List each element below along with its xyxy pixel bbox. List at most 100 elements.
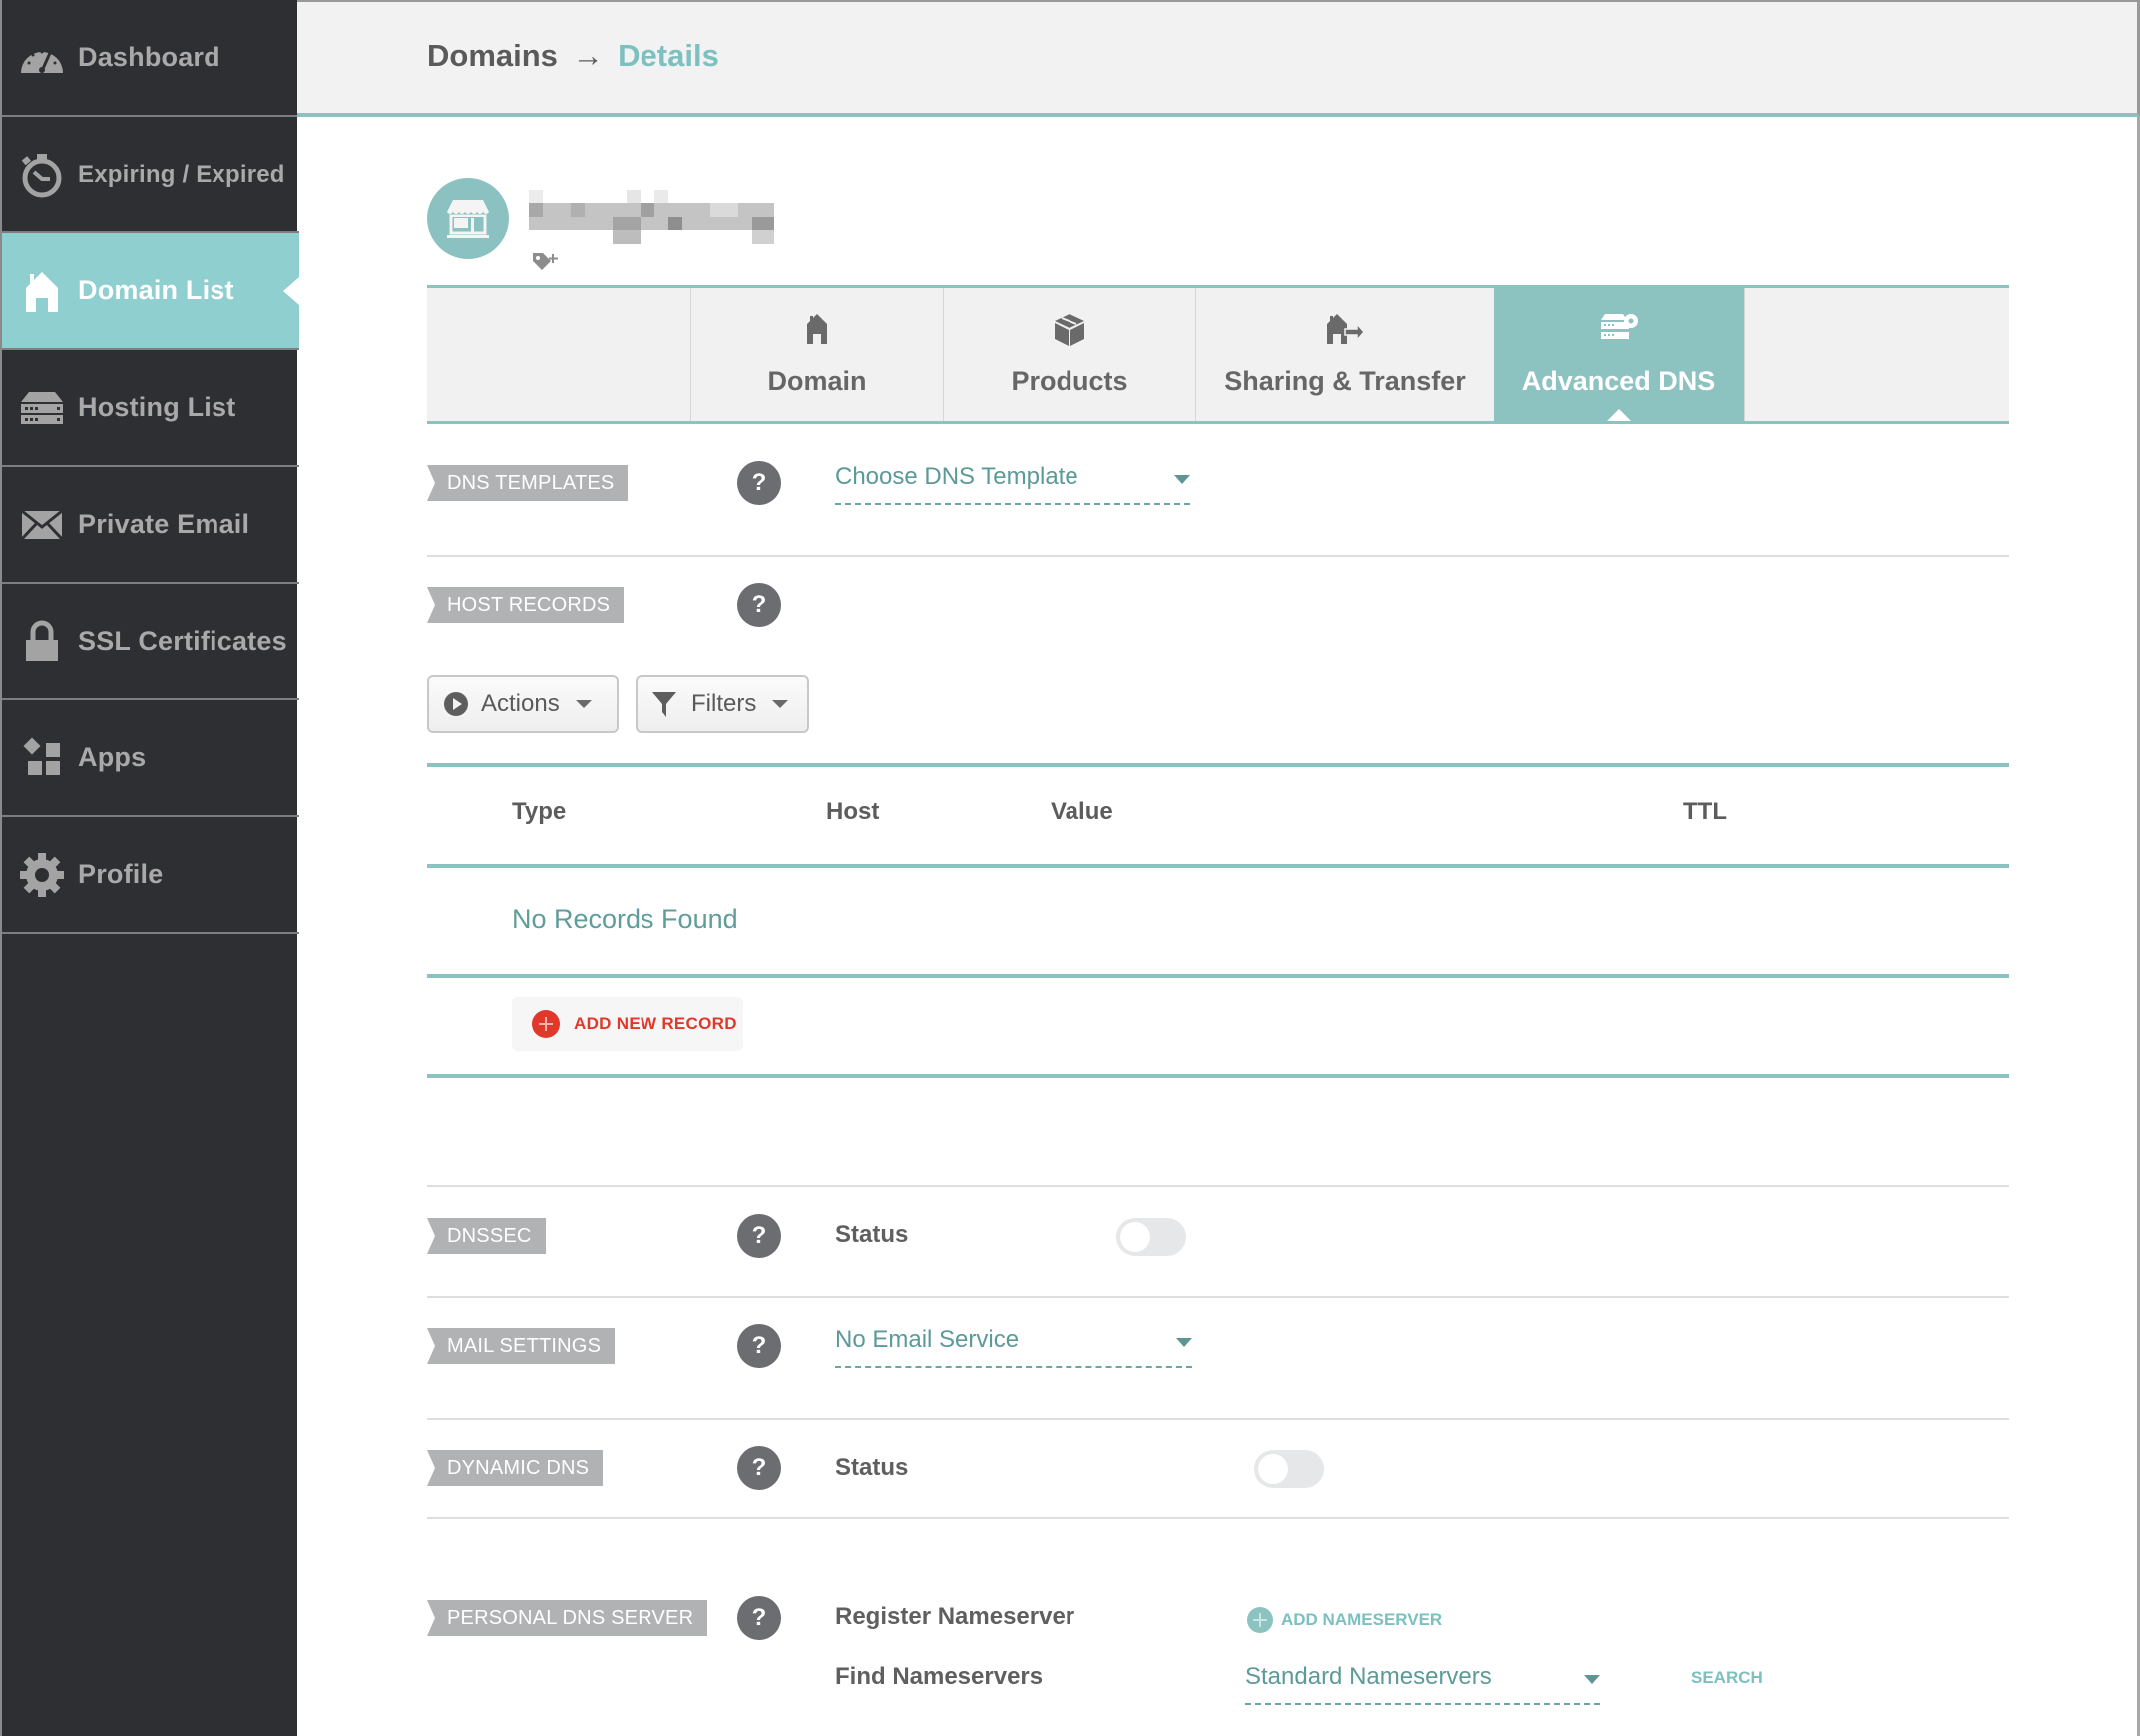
server-gear-icon [1599,312,1639,347]
dashboard-gauge-icon [18,34,66,82]
actions-label: Actions [481,690,560,717]
box-icon [1053,312,1086,353]
breadcrumb-domains-link[interactable]: Domains [427,38,558,73]
actions-button[interactable]: Actions [427,675,619,733]
tab-label: Sharing & Transfer [1224,366,1466,396]
add-nameserver-button[interactable]: ADD NAMESERVER [1247,1607,1442,1633]
sidebar-item-expiring[interactable]: Expiring / Expired [2,117,299,233]
sidebar-item-domain-list[interactable]: Domain List [2,233,299,350]
add-new-record-label: ADD NEW RECORD [574,1014,737,1033]
help-icon[interactable]: ? [737,1446,781,1490]
table-body-border [427,974,2009,978]
house-transfer-icon [1325,312,1365,351]
dns-template-select[interactable]: Choose DNS Template [835,459,1190,505]
domain-tabs: Domain Products Sharing & Transfer Advan… [427,285,2009,424]
column-header-type[interactable]: Type [512,798,566,826]
sidebar-item-profile[interactable]: Profile [2,817,299,934]
tab-products[interactable]: Products [943,288,1195,421]
plus-circle-icon [532,1010,560,1038]
sidebar-item-dashboard[interactable]: Dashboard [2,0,299,117]
mail-settings-value: No Email Service [835,1326,1020,1353]
breadcrumb-separator: → [572,38,604,73]
section-label-mail-settings: MAIL SETTINGS [427,1328,616,1364]
find-nameservers-label: Find Nameservers [835,1663,1044,1690]
help-icon[interactable]: ? [737,461,781,505]
register-nameserver-label: Register Nameserver [835,1603,1075,1630]
tab-domain[interactable]: Domain [690,288,943,421]
toggle-knob [1258,1454,1288,1484]
section-label-dynamic-dns: DYNAMIC DNS [427,1450,604,1486]
dnssec-toggle[interactable] [1116,1218,1186,1256]
house-icon [805,312,829,351]
sidebar-item-label: Expiring / Expired [78,160,285,188]
toggle-knob [1120,1222,1150,1252]
domain-avatar [427,178,509,259]
filter-funnel-icon [651,690,677,718]
sidebar-item-ssl-certificates[interactable]: SSL Certificates [2,584,299,700]
add-new-record-button[interactable]: ADD NEW RECORD [512,997,743,1051]
column-header-ttl[interactable]: TTL [1683,798,1727,826]
sidebar-item-label: Private Email [78,509,250,539]
table-bottom-border [427,1074,2009,1078]
chevron-down-icon [1174,475,1190,484]
sidebar-item-label: SSL Certificates [78,626,287,655]
lock-icon [18,618,66,665]
filters-label: Filters [691,690,757,717]
domain-name-redacted [529,190,774,245]
tab-spacer [1744,288,2009,421]
sidebar-item-label: Dashboard [78,42,220,72]
dynamic-dns-toggle[interactable] [1254,1450,1324,1488]
tab-sharing-transfer[interactable]: Sharing & Transfer [1195,288,1494,421]
divider [427,1185,2009,1187]
apps-grid-icon [18,734,66,782]
breadcrumb: Domains → Details [427,38,719,74]
find-nameservers-select[interactable]: Standard Nameservers [1245,1659,1600,1705]
envelope-icon [18,501,66,549]
table-header-border [427,864,2009,868]
chevron-down-icon [575,700,592,708]
storefront-icon [447,200,489,238]
tab-label: Products [1011,366,1128,396]
help-icon[interactable]: ? [737,1324,781,1368]
dynamic-dns-status-label: Status [835,1454,909,1481]
divider [427,1296,2009,1298]
section-label-host-records: HOST RECORDS [427,587,625,623]
sidebar-item-label: Domain List [78,275,234,305]
tab-label: Domain [767,366,867,396]
server-icon [18,384,66,432]
dns-template-value: Choose DNS Template [835,463,1078,490]
plus-circle-icon [1247,1607,1273,1633]
table-top-border [427,763,2009,767]
sidebar-item-private-email[interactable]: Private Email [2,467,299,584]
breadcrumb-current: Details [618,38,719,73]
divider [427,555,2009,557]
column-header-host[interactable]: Host [826,798,879,826]
tab-advanced-dns[interactable]: Advanced DNS [1494,288,1744,421]
filters-button[interactable]: Filters [636,675,809,733]
section-label-dnssec: DNSSEC [427,1218,546,1254]
add-tag-icon[interactable] [531,251,561,278]
find-nameservers-value: Standard Nameservers [1245,1663,1492,1690]
stopwatch-icon [18,151,66,199]
column-header-value[interactable]: Value [1051,798,1113,826]
help-icon[interactable]: ? [737,1214,781,1258]
sidebar-item-label: Profile [78,859,164,889]
play-circle-icon [443,691,469,717]
section-label-dns-templates: DNS TEMPLATES [427,465,629,501]
chevron-down-icon [1584,1675,1600,1684]
sidebar-item-hosting-list[interactable]: Hosting List [2,350,299,467]
search-button[interactable]: SEARCH [1691,1668,1763,1688]
help-icon[interactable]: ? [737,1596,781,1640]
divider [427,1517,2009,1519]
empty-state-text: No Records Found [512,904,738,934]
tab-label: Advanced DNS [1521,366,1716,396]
chevron-down-icon [1176,1338,1192,1347]
sidebar-item-label: Apps [78,742,147,772]
add-nameserver-label: ADD NAMESERVER [1281,1610,1443,1629]
mail-settings-select[interactable]: No Email Service [835,1322,1192,1368]
sidebar: Dashboard Expiring / Expired Domain List… [0,0,299,1736]
dnssec-status-label: Status [835,1221,909,1248]
help-icon[interactable]: ? [737,583,781,627]
house-icon [18,267,66,315]
sidebar-item-apps[interactable]: Apps [2,700,299,817]
